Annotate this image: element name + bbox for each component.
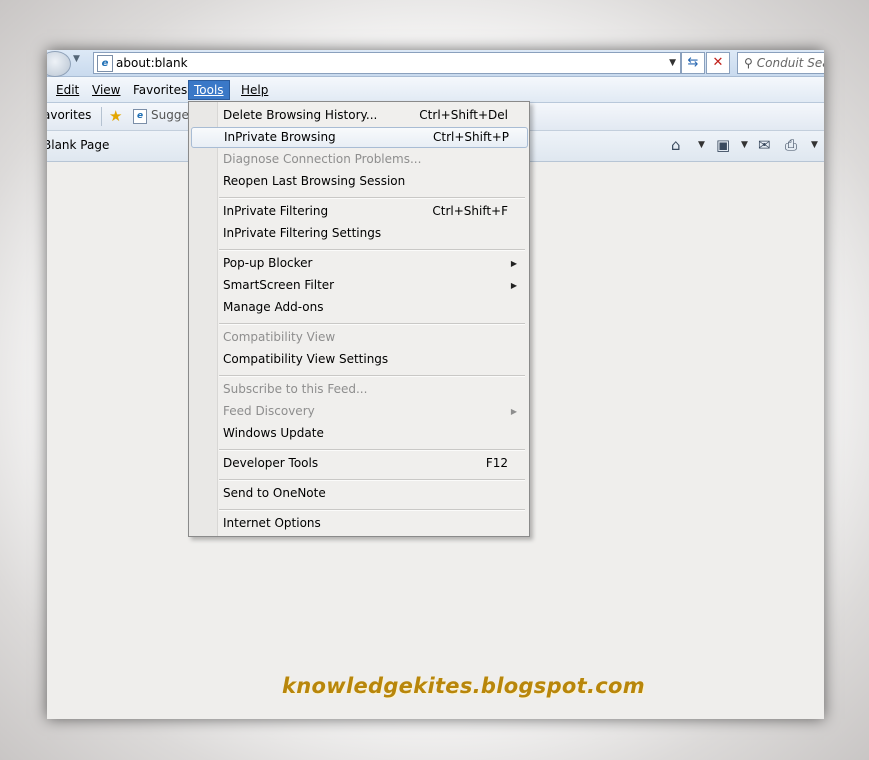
menu-edit-label: Edit [56, 83, 80, 97]
menu-item-shortcut: Ctrl+Shift+F [432, 204, 508, 218]
menu-item-label: Windows Update [223, 426, 324, 440]
menu-separator [219, 375, 525, 377]
search-icon: ⚲ [744, 56, 753, 70]
favorites-button[interactable]: avorites [47, 108, 91, 122]
tab-blank-page[interactable]: Blank Page [47, 138, 109, 152]
address-url: about:blank [116, 56, 188, 70]
search-input[interactable]: ⚲ Conduit Sea [737, 52, 824, 74]
menu-separator [219, 479, 525, 481]
menu-send-to-onenote[interactable]: Send to OneNote [191, 483, 526, 504]
menu-item-label: SmartScreen Filter [223, 278, 335, 292]
menu-separator [219, 197, 525, 199]
menu-item-label: InPrivate Filtering [223, 204, 329, 218]
menu-item-label: Delete Browsing History... [223, 108, 378, 122]
menu-delete-browsing-history[interactable]: Delete Browsing History... Ctrl+Shift+De… [191, 105, 526, 126]
menu-separator [219, 509, 525, 511]
menu-bar: Edit View Favorites Tools Help [47, 77, 824, 103]
menu-item-label: Feed Discovery [223, 404, 315, 418]
menu-diagnose-connection: Diagnose Connection Problems... [191, 149, 526, 170]
read-mail-icon[interactable]: ✉ [758, 136, 771, 154]
menu-item-shortcut: F12 [485, 456, 508, 470]
menu-view[interactable]: View [90, 81, 122, 99]
menu-smartscreen-filter[interactable]: SmartScreen Filter ▶ [191, 275, 526, 296]
submenu-arrow-icon: ▶ [510, 259, 517, 268]
menu-inprivate-filtering[interactable]: InPrivate Filtering Ctrl+Shift+F [191, 201, 526, 222]
menu-item-label: Pop-up Blocker [223, 256, 313, 270]
menu-item-label: InPrivate Browsing [224, 130, 336, 144]
tools-menu: Delete Browsing History... Ctrl+Shift+De… [188, 101, 530, 537]
feeds-icon[interactable]: ▣ [716, 136, 730, 154]
menu-popup-blocker[interactable]: Pop-up Blocker ▶ [191, 253, 526, 274]
menu-tools-label: Tools [194, 83, 224, 97]
favorites-separator [101, 107, 102, 126]
menu-feed-discovery: Feed Discovery ▶ [191, 401, 526, 422]
address-bar-row: ▼ e about:blank ▼ ⇆ ✕ ⚲ Conduit Sea [47, 50, 824, 77]
menu-subscribe-feed: Subscribe to this Feed... [191, 379, 526, 400]
menu-developer-tools[interactable]: Developer Tools F12 [191, 453, 526, 474]
menu-separator [219, 249, 525, 251]
menu-edit[interactable]: Edit [54, 81, 81, 99]
submenu-arrow-icon: ▶ [510, 407, 517, 416]
menu-item-shortcut: Ctrl+Shift+Del [419, 108, 508, 122]
menu-item-label: Internet Options [223, 516, 321, 530]
menu-help[interactable]: Help [239, 81, 270, 99]
menu-windows-update[interactable]: Windows Update [191, 423, 526, 444]
menu-separator [219, 449, 525, 451]
refresh-icon[interactable]: ⇆ [681, 52, 705, 74]
feeds-dropdown-icon[interactable]: ▼ [741, 140, 748, 150]
ie-page-icon: e [97, 55, 113, 72]
menu-item-shortcut: Ctrl+Shift+P [433, 130, 509, 144]
menu-item-label: Developer Tools [223, 456, 319, 470]
back-button[interactable] [47, 51, 71, 77]
menu-internet-options[interactable]: Internet Options [191, 513, 526, 534]
menu-item-label: Subscribe to this Feed... [223, 382, 368, 396]
menu-favorites[interactable]: Favorites [131, 81, 189, 99]
home-dropdown-icon[interactable]: ▼ [698, 140, 705, 150]
menu-item-label: Reopen Last Browsing Session [223, 174, 406, 188]
menu-tools[interactable]: Tools [188, 80, 230, 100]
search-placeholder: Conduit Sea [756, 56, 824, 70]
history-dropdown-icon[interactable]: ▼ [73, 54, 80, 64]
menu-manage-addons[interactable]: Manage Add-ons [191, 297, 526, 318]
home-icon[interactable]: ⌂ [671, 136, 681, 154]
menu-inprivate-filtering-settings[interactable]: InPrivate Filtering Settings [191, 223, 526, 244]
menu-item-label: Compatibility View Settings [223, 352, 389, 366]
menu-item-label: Compatibility View [223, 330, 336, 344]
menu-view-label: View [92, 83, 121, 97]
menu-item-label: InPrivate Filtering Settings [223, 226, 382, 240]
menu-inprivate-browsing[interactable]: InPrivate Browsing Ctrl+Shift+P [191, 127, 528, 148]
menu-help-label: Help [241, 83, 269, 97]
stop-icon[interactable]: ✕ [706, 52, 730, 74]
menu-favorites-label: Favorites [133, 83, 188, 97]
add-favorite-star-icon[interactable]: ★ [109, 107, 122, 125]
address-dropdown-icon[interactable]: ▼ [669, 53, 676, 73]
menu-reopen-last-session[interactable]: Reopen Last Browsing Session [191, 171, 526, 192]
submenu-arrow-icon: ▶ [510, 281, 517, 290]
menu-item-label: Send to OneNote [223, 486, 326, 500]
blog-watermark: knowledgekites.blogspot.com [282, 674, 645, 698]
menu-item-label: Manage Add-ons [223, 300, 324, 314]
print-dropdown-icon[interactable]: ▼ [811, 140, 818, 150]
address-input[interactable]: e about:blank ▼ [93, 52, 681, 74]
menu-compatibility-view: Compatibility View [191, 327, 526, 348]
menu-compatibility-view-settings[interactable]: Compatibility View Settings [191, 349, 526, 370]
suggested-sites-icon: e [133, 109, 147, 124]
menu-separator [219, 323, 525, 325]
print-icon[interactable]: ⎙ [785, 136, 797, 154]
menu-item-label: Diagnose Connection Problems... [223, 152, 422, 166]
